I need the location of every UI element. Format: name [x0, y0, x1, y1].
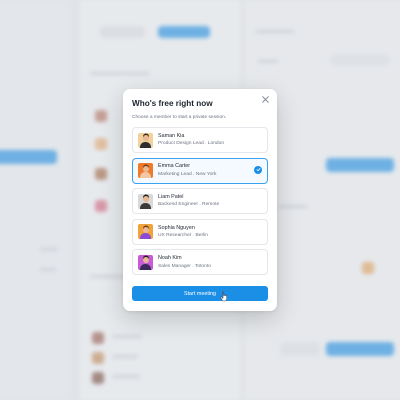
hand-cursor-icon [220, 291, 227, 302]
member-role: Sales Manager . Totonto [158, 263, 211, 269]
member-name: Sophia Nguyen [158, 224, 195, 231]
members-modal: Who's free right now Choose a member to … [123, 89, 277, 311]
avatar [138, 132, 153, 148]
member-name: Noah Kim [158, 255, 182, 262]
avatar [138, 193, 153, 209]
member-role: Product Design Lead . London [158, 141, 225, 147]
member-card[interactable]: Saman Kia Product Design Lead . London [132, 127, 268, 153]
start-meeting-button[interactable]: Start meeting [132, 286, 268, 301]
member-card[interactable]: Emma Carter Marketing Lead . New York [132, 157, 268, 184]
member-list: Saman Kia Product Design Lead . London Emm… [132, 127, 268, 276]
member-role: Backend Engineer . Remote [158, 202, 220, 208]
member-name: Liam Patel [158, 194, 184, 200]
check-icon [254, 165, 262, 174]
avatar [138, 254, 153, 270]
avatar [138, 224, 153, 240]
member-role: UX Researcher . Berlin [158, 233, 209, 239]
member-card[interactable]: Noah Kim Sales Manager . Totonto [132, 249, 268, 276]
close-icon[interactable] [261, 95, 270, 104]
member-name: Saman Kia [158, 132, 185, 139]
modal-title: Who's free right now [132, 99, 213, 108]
member-role: Marketing Lead . New York [158, 171, 217, 177]
avatar [138, 163, 153, 179]
member-card[interactable]: Liam Patel Backend Engineer . Remote [132, 188, 268, 215]
member-card[interactable]: Sophia Nguyen UX Researcher . Berlin [132, 218, 268, 245]
member-name: Emma Carter [158, 163, 191, 170]
modal-subtitle: Choose a member to start a private sessi… [132, 115, 227, 120]
